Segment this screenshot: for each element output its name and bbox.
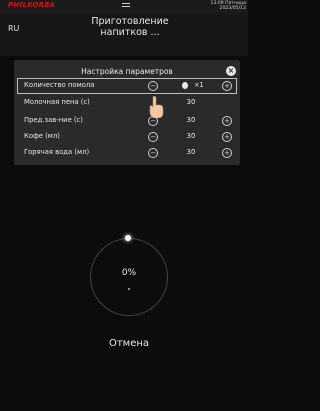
top-bar: PHILKOREA 13:09 Пятница 2023/05/12 xyxy=(0,0,248,14)
setting-row-grind-amount[interactable]: Количество помола − ×1 + xyxy=(17,78,237,94)
setting-label: Горячая вода (мл) xyxy=(24,148,90,156)
setting-label: Пред.зав-ние (с) xyxy=(24,116,83,124)
brand-logo: PHILKOREA xyxy=(8,1,56,9)
setting-value: 30 xyxy=(186,148,196,156)
increase-button[interactable]: + xyxy=(222,148,232,158)
setting-row-pre-infusion: Пред.зав-ние (с) − 30 + xyxy=(18,114,236,128)
setting-row-milk-foam: Молочная пена (с) 30 xyxy=(18,96,236,110)
setting-label: Кофе (мл) xyxy=(24,132,60,140)
setting-value: 30 xyxy=(186,116,196,124)
setting-row-coffee: Кофе (мл) − 30 + xyxy=(18,130,236,144)
clock-date: 2023/05/12 xyxy=(219,6,246,11)
pointing-hand-icon xyxy=(149,96,164,118)
page-title: Приготовление напитков ... xyxy=(91,16,169,38)
menu-icon[interactable] xyxy=(122,3,130,9)
coffee-bean-icon xyxy=(182,82,188,89)
progress-center-dot xyxy=(128,288,130,290)
decrease-button[interactable]: − xyxy=(148,132,158,142)
clock: 13:09 Пятница 2023/05/12 xyxy=(210,1,246,11)
language-selector[interactable]: RU xyxy=(8,24,19,33)
increase-button[interactable]: + xyxy=(222,116,232,126)
settings-panel: Настройка параметров × Количество помола… xyxy=(14,60,240,165)
increase-button[interactable]: + xyxy=(222,132,232,142)
setting-value: ×1 xyxy=(194,81,204,89)
setting-label: Количество помола xyxy=(24,81,95,89)
decrease-button[interactable]: − xyxy=(148,81,158,91)
setting-row-hot-water: Горячая вода (мл) − 30 + xyxy=(18,146,236,160)
setting-value: 30 xyxy=(186,132,196,140)
cancel-button[interactable]: Отмена xyxy=(90,338,168,349)
progress-percent: 0% xyxy=(121,268,137,278)
decrease-button[interactable]: − xyxy=(148,148,158,158)
progress-indicator-dot xyxy=(125,235,131,241)
increase-button[interactable]: + xyxy=(222,81,232,91)
close-icon[interactable]: × xyxy=(226,66,236,76)
setting-label: Молочная пена (с) xyxy=(24,98,90,106)
setting-value: 30 xyxy=(186,98,196,106)
panel-title: Настройка параметров xyxy=(81,67,173,76)
